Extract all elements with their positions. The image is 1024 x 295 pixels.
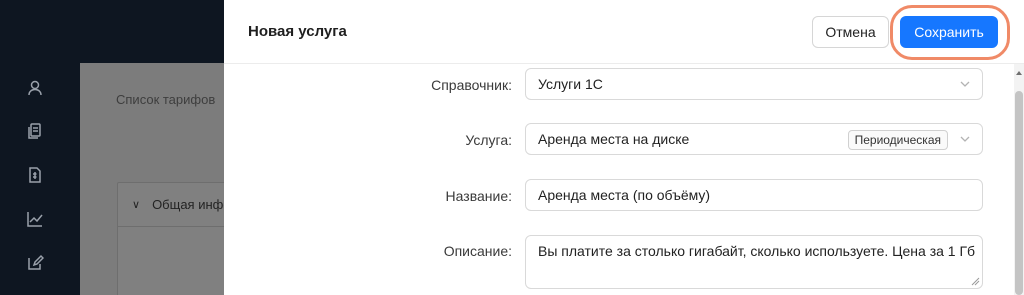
cancel-button[interactable]: Отмена xyxy=(812,16,889,48)
new-service-drawer: Новая услуга Отмена Сохранить Справочник… xyxy=(224,0,1024,295)
chevron-down-icon xyxy=(958,132,972,146)
description-label: Описание: xyxy=(443,243,512,259)
invoice-icon[interactable] xyxy=(26,166,44,184)
drawer-title: Новая услуга xyxy=(248,23,347,40)
chevron-down-icon xyxy=(958,77,972,91)
save-button[interactable]: Сохранить xyxy=(900,16,998,48)
page-title: Список тарифов xyxy=(116,92,216,107)
app-sidebar xyxy=(0,63,80,295)
periodic-tag: Периодическая xyxy=(847,130,948,150)
service-value: Аренда места на диске xyxy=(538,131,690,147)
service-label: Услуга: xyxy=(465,132,512,148)
service-select[interactable]: Аренда места на диске Периодическая xyxy=(525,123,983,155)
scroll-up-icon[interactable] xyxy=(1015,70,1023,76)
description-value: Вы платите за столько гигабайт, сколько … xyxy=(538,243,976,259)
documents-icon[interactable] xyxy=(26,122,44,140)
drawer-header: Новая услуга Отмена Сохранить xyxy=(224,0,1024,64)
catalog-select[interactable]: Услуги 1С xyxy=(525,68,983,100)
resize-handle-icon[interactable] xyxy=(970,276,980,286)
catalog-label: Справочник: xyxy=(431,77,512,93)
chevron-down-icon: ∨ xyxy=(132,199,141,211)
scroll-thumb[interactable] xyxy=(1015,91,1023,295)
name-label: Название: xyxy=(445,188,512,204)
card-header-label: Общая инфо xyxy=(152,197,231,212)
drawer-scrollbar[interactable] xyxy=(1014,64,1024,295)
user-icon[interactable] xyxy=(26,79,44,97)
name-input[interactable]: Аренда места (по объёму) xyxy=(525,179,983,211)
description-textarea[interactable]: Вы платите за столько гигабайт, сколько … xyxy=(525,235,983,289)
chart-icon[interactable] xyxy=(26,210,44,228)
edit-icon[interactable] xyxy=(26,254,44,272)
catalog-value: Услуги 1С xyxy=(538,76,603,92)
